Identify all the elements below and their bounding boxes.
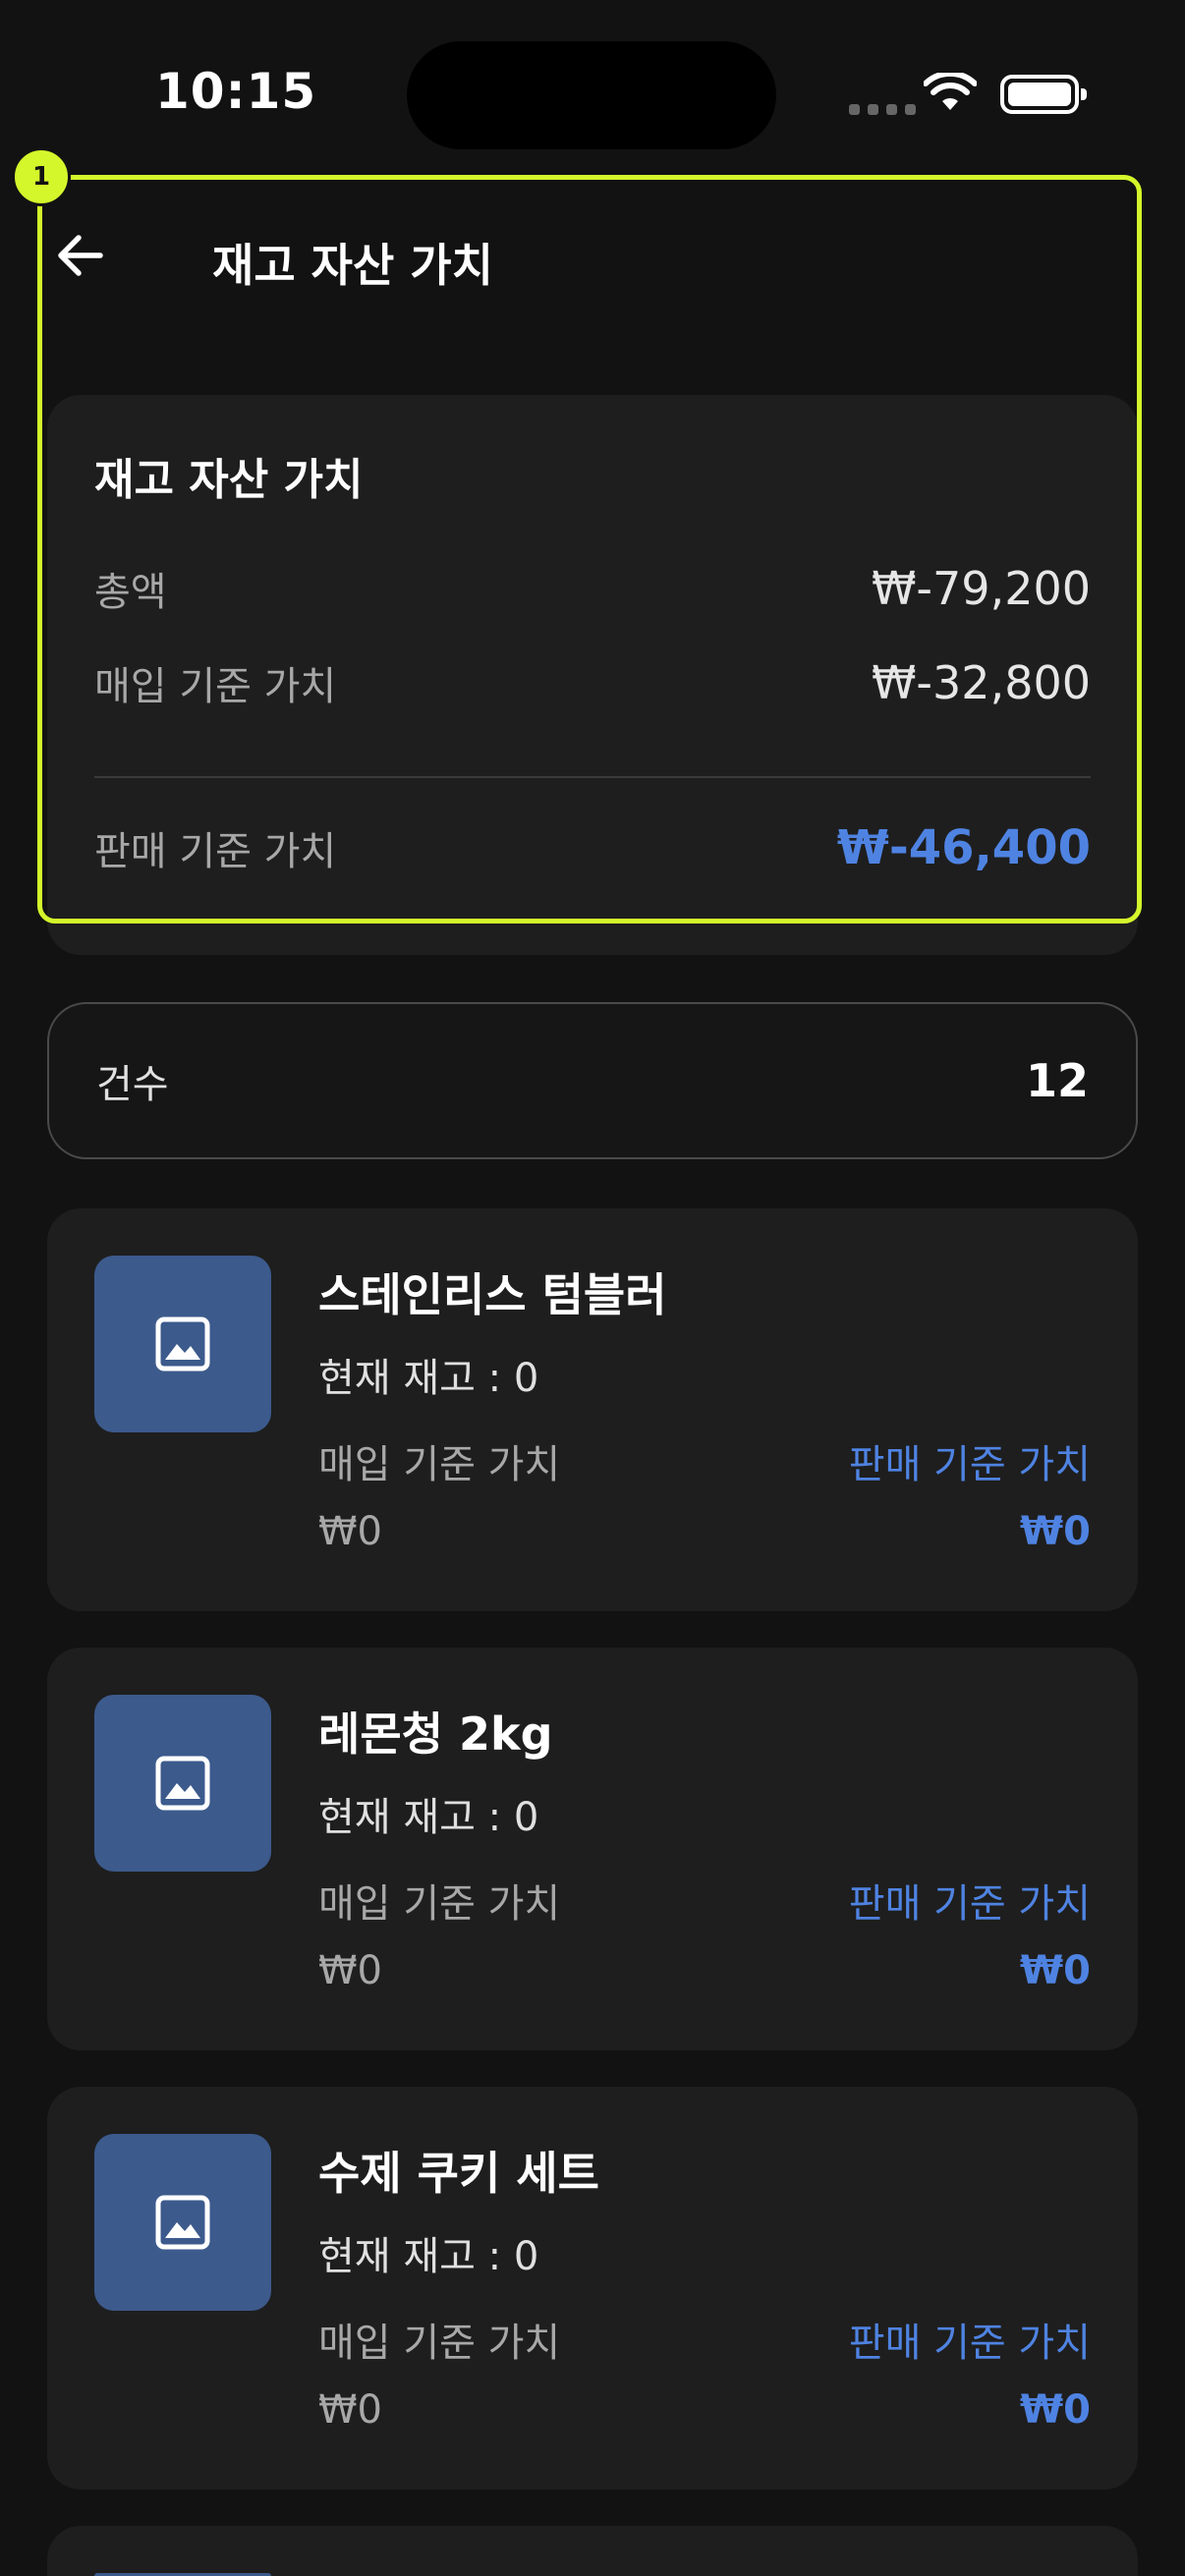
item-sale-value: ₩0 bbox=[1020, 2387, 1091, 2433]
wifi-icon bbox=[924, 73, 977, 110]
total-row: 총액 ₩-79,200 bbox=[94, 560, 1091, 617]
annotation-badge: 1 bbox=[12, 147, 71, 206]
product-thumbnail bbox=[94, 1256, 271, 1432]
count-value: 12 bbox=[1025, 1054, 1089, 1107]
summary-title: 재고 자산 가치 bbox=[94, 455, 364, 505]
item-stock: 현재 재고 : 0 bbox=[318, 1356, 539, 1401]
item-name: 수제 쿠키 세트 bbox=[318, 2147, 599, 2200]
status-time: 10:15 bbox=[155, 63, 317, 120]
summary-divider bbox=[94, 776, 1091, 778]
cellular-signal-icon bbox=[849, 104, 916, 115]
product-thumbnail bbox=[94, 2134, 271, 2311]
product-thumbnail bbox=[94, 1695, 271, 1872]
total-label: 총액 bbox=[94, 570, 167, 615]
sale-value-label: 판매 기준 가치 bbox=[94, 829, 337, 874]
status-bar: 10:15 bbox=[0, 0, 1185, 167]
item-purchase-label: 매입 기준 가치 bbox=[318, 1881, 561, 1927]
item-sale-value: ₩0 bbox=[1020, 1948, 1091, 1993]
item-stock: 현재 재고 : 0 bbox=[318, 2234, 539, 2279]
item-stock: 현재 재고 : 0 bbox=[318, 1795, 539, 1840]
page-title: 재고 자산 가치 bbox=[212, 239, 493, 292]
purchase-value-label: 매입 기준 가치 bbox=[94, 664, 337, 709]
total-value: ₩-79,200 bbox=[871, 562, 1091, 615]
inventory-value-summary-card: 재고 자산 가치 총액 ₩-79,200 매입 기준 가치 ₩-32,800 판… bbox=[47, 395, 1138, 955]
inventory-item-card[interactable]: 수제 쿠키 세트 현재 재고 : 0 매입 기준 가치 판매 기준 가치 ₩0 … bbox=[47, 2087, 1138, 2490]
count-card: 건수 12 bbox=[47, 1002, 1138, 1159]
item-sale-label: 판매 기준 가치 bbox=[848, 1881, 1091, 1927]
back-arrow-icon[interactable] bbox=[51, 226, 110, 285]
inventory-item-card[interactable] bbox=[47, 2526, 1138, 2576]
purchase-value-row: 매입 기준 가치 ₩-32,800 bbox=[94, 654, 1091, 711]
purchase-value: ₩-32,800 bbox=[871, 656, 1091, 709]
sale-value: ₩-46,400 bbox=[836, 820, 1091, 875]
item-sale-label: 판매 기준 가치 bbox=[848, 2321, 1091, 2366]
item-purchase-label: 매입 기준 가치 bbox=[318, 2321, 561, 2366]
item-purchase-value: ₩0 bbox=[318, 2387, 382, 2433]
dynamic-island bbox=[407, 41, 776, 149]
image-icon bbox=[155, 1756, 210, 1811]
sale-value-row: 판매 기준 가치 ₩-46,400 bbox=[94, 819, 1091, 876]
item-purchase-value: ₩0 bbox=[318, 1509, 382, 1554]
battery-icon bbox=[1000, 75, 1087, 114]
inventory-item-card[interactable]: 레몬청 2kg 현재 재고 : 0 매입 기준 가치 판매 기준 가치 ₩0 ₩… bbox=[47, 1648, 1138, 2050]
item-purchase-value: ₩0 bbox=[318, 1948, 382, 1993]
app-header: 재고 자산 가치 bbox=[0, 187, 1185, 344]
item-sale-label: 판매 기준 가치 bbox=[848, 1442, 1091, 1487]
item-name: 레몬청 2kg bbox=[318, 1708, 553, 1761]
item-purchase-label: 매입 기준 가치 bbox=[318, 1442, 561, 1487]
image-icon bbox=[155, 1316, 210, 1372]
image-icon bbox=[155, 2195, 210, 2250]
item-sale-value: ₩0 bbox=[1020, 1509, 1091, 1554]
count-label: 건수 bbox=[96, 1062, 169, 1107]
item-name: 스테인리스 텀블러 bbox=[318, 1268, 667, 1321]
inventory-item-card[interactable]: 스테인리스 텀블러 현재 재고 : 0 매입 기준 가치 판매 기준 가치 ₩0… bbox=[47, 1208, 1138, 1611]
